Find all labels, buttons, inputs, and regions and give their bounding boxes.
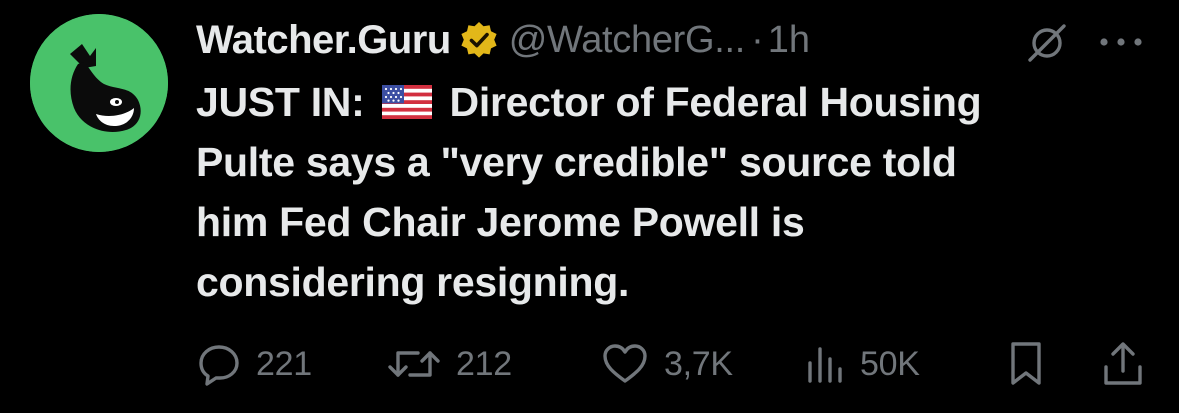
share-button[interactable] xyxy=(1100,334,1146,394)
tweet[interactable]: Watcher.Guru @WatcherG... · 1h JUST IN: xyxy=(0,0,1179,413)
action-bar: 221 212 3,7K 50K xyxy=(196,334,1156,394)
views-count: 50K xyxy=(860,344,920,383)
avatar[interactable] xyxy=(30,14,168,152)
reply-count: 221 xyxy=(256,344,312,383)
repost-icon xyxy=(388,351,440,377)
tweet-line-1-rest: Director of Federal Housing xyxy=(449,79,982,125)
share-icon xyxy=(1104,342,1142,385)
tweet-line-4: considering resigning. xyxy=(196,259,630,305)
reply-button[interactable]: 221 xyxy=(196,334,312,394)
separator-dot: · xyxy=(751,18,764,61)
like-count: 3,7K xyxy=(664,344,733,383)
bookmark-button[interactable] xyxy=(1006,334,1046,394)
bookmark-icon xyxy=(1011,342,1041,385)
verified-badge-icon[interactable] xyxy=(459,20,499,60)
views-button[interactable]: 50K xyxy=(804,334,920,394)
tweet-line-2: Pulte says a "very credible" source told xyxy=(196,139,957,185)
grok-icon[interactable] xyxy=(1024,20,1070,66)
more-icon[interactable] xyxy=(1094,24,1148,60)
repost-button[interactable]: 212 xyxy=(386,334,512,394)
us-flag-icon xyxy=(381,85,432,119)
reply-icon xyxy=(199,345,239,386)
tweet-text: JUST IN: Director of Federal Housing Pul… xyxy=(196,72,1156,312)
like-icon xyxy=(603,344,647,383)
tweet-header: Watcher.Guru @WatcherG... · 1h xyxy=(196,10,810,70)
repost-count: 212 xyxy=(456,344,512,383)
timestamp[interactable]: 1h xyxy=(768,19,810,62)
tweet-line-3: him Fed Chair Jerome Powell is xyxy=(196,199,805,245)
tweet-line-1: JUST IN: Director of Federal Housing xyxy=(196,72,1156,132)
whale-logo-icon xyxy=(30,14,168,152)
views-icon xyxy=(808,347,842,383)
author-name[interactable]: Watcher.Guru xyxy=(196,18,451,63)
like-button[interactable]: 3,7K xyxy=(600,334,733,394)
tweet-line-1-prefix: JUST IN: xyxy=(196,79,365,125)
author-handle[interactable]: @WatcherG... xyxy=(509,19,746,62)
